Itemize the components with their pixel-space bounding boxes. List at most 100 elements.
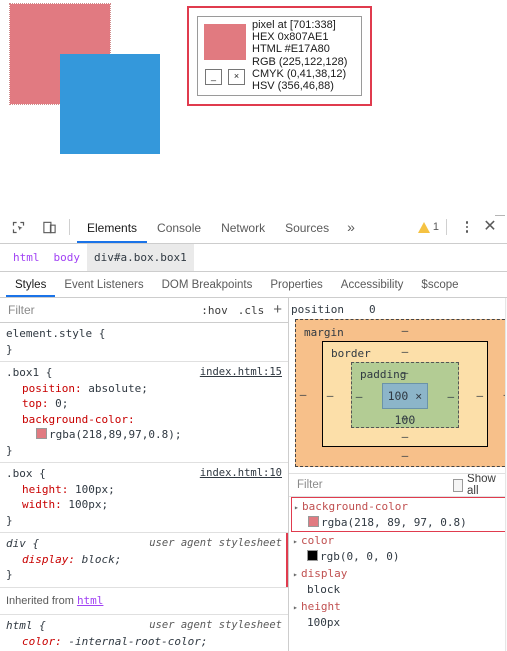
rule-source-link[interactable]: index.html:15 [200, 365, 282, 381]
tab-styles[interactable]: Styles [6, 273, 56, 297]
show-all-checkbox[interactable] [453, 478, 464, 492]
computed-filter-input[interactable] [289, 478, 453, 492]
rule-selector[interactable]: html { [6, 618, 46, 634]
padding-bottom-value[interactable]: – [352, 411, 458, 424]
style-declaration[interactable]: top: 0; [0, 396, 288, 412]
show-all-toggle[interactable]: Show all [453, 473, 507, 497]
tab-accessibility[interactable]: Accessibility [332, 273, 413, 297]
devtools-split: :hov .cls + ◢ element.style { } .box1 { … [0, 298, 507, 651]
declaration-value[interactable]: rgba(218,89,97,0.8); [49, 428, 181, 441]
declaration-property[interactable]: display: [22, 553, 75, 566]
declaration-value[interactable]: absolute; [88, 382, 148, 395]
color-swatch-icon[interactable] [308, 516, 319, 527]
style-declaration[interactable]: height: 100px; [0, 482, 288, 498]
box-model-margin[interactable]: margin – – border – – padding – – 100 × … [295, 319, 507, 467]
declaration-property[interactable]: height: [22, 483, 68, 496]
padding-right-value[interactable]: – [444, 390, 458, 403]
computed-property-name: background-color [302, 500, 408, 513]
color-picker-body: _ × pixel at [701:338] HEX 0x807AE1 HTML… [197, 16, 362, 96]
style-declaration[interactable]: display: block; [0, 552, 288, 568]
page-box-blue[interactable] [60, 54, 160, 154]
styles-filter-bar: :hov .cls + ◢ [0, 298, 505, 650]
inherited-source-tag[interactable]: html [77, 594, 104, 607]
declaration-value[interactable]: 100px; [75, 483, 115, 496]
style-declaration[interactable]: background-color: [0, 412, 288, 428]
warning-badge[interactable]: 1 [417, 221, 439, 233]
warning-count: 1 [432, 221, 439, 233]
declaration-property[interactable]: color: [22, 635, 62, 648]
computed-property-color[interactable]: ▸ color rgb(0, 0, 0) [289, 532, 507, 565]
style-declaration[interactable]: position: absolute; [0, 381, 288, 397]
rule-selector[interactable]: element.style { [6, 326, 105, 342]
declaration-property[interactable]: top: [22, 397, 49, 410]
device-toolbar-icon[interactable] [36, 215, 62, 239]
computed-property-value: 100px [307, 616, 341, 629]
border-right-value[interactable]: – [473, 389, 487, 402]
style-rule[interactable]: element.style { } [0, 323, 288, 362]
color-picker-preview-area: _ × [198, 17, 252, 95]
declaration-value[interactable]: 100px; [68, 498, 108, 511]
rule-selector[interactable]: .box1 { [6, 365, 52, 381]
breadcrumb-item-body[interactable]: body [47, 244, 88, 271]
tab-event-listeners[interactable]: Event Listeners [55, 273, 152, 297]
box-model-padding[interactable]: padding – – 100 × 100 – – [351, 362, 459, 428]
rule-source-link[interactable]: index.html:10 [200, 466, 282, 482]
style-declaration[interactable]: width: 100px; [0, 497, 288, 513]
declaration-value[interactable]: -internal-root-color; [68, 635, 207, 648]
close-devtools-icon[interactable]: ✕ [480, 219, 500, 235]
color-swatch-icon[interactable] [307, 550, 318, 561]
expand-triangle-icon[interactable]: ▸ [293, 567, 301, 582]
tab-sources[interactable]: Sources [275, 212, 339, 243]
tab-network[interactable]: Network [211, 212, 275, 243]
color-swatch-icon[interactable] [36, 428, 47, 439]
style-rule[interactable]: html { user agent stylesheet color: -int… [0, 615, 288, 651]
hov-button[interactable]: :hov [196, 304, 233, 317]
computed-property-display[interactable]: ▸ display block [289, 565, 507, 598]
rule-selector[interactable]: div { [6, 536, 39, 552]
declaration-property[interactable]: position: [22, 382, 82, 395]
more-options-icon[interactable] [458, 221, 476, 233]
computed-property-height[interactable]: ▸ height 100px [289, 598, 507, 631]
inspect-element-icon[interactable] [5, 215, 31, 239]
breadcrumb-item-html[interactable]: html [6, 244, 47, 271]
style-rule[interactable]: .box1 { index.html:15 position: absolute… [0, 362, 288, 463]
box-model-border[interactable]: border – – padding – – 100 × 100 – – – – [322, 341, 488, 447]
position-value[interactable]: 0 [369, 303, 376, 316]
style-declaration-value-line[interactable]: rgba(218,89,97,0.8); [0, 427, 288, 443]
computed-property-value: block [307, 583, 341, 596]
rule-close-brace: } [6, 513, 13, 527]
declaration-value[interactable]: block; [82, 553, 122, 566]
color-picker-popup[interactable]: _ × pixel at [701:338] HEX 0x807AE1 HTML… [187, 6, 372, 106]
computed-property-background-color[interactable]: ▸ background-color rgba(218, 89, 97, 0.8) [291, 497, 507, 532]
new-style-rule-icon[interactable]: + [269, 302, 288, 317]
minimize-button[interactable]: _ [205, 69, 222, 85]
tab-dom-breakpoints[interactable]: DOM Breakpoints [153, 273, 262, 297]
box-model-section: position 0 margin – – border – – padding… [289, 298, 507, 474]
tab-elements[interactable]: Elements [77, 212, 148, 243]
margin-bottom-value[interactable]: – [296, 449, 507, 462]
rule-selector[interactable]: .box { [6, 466, 46, 482]
style-declaration[interactable]: color: -internal-root-color; [0, 634, 288, 650]
computed-property-value: rgba(218, 89, 97, 0.8) [321, 516, 467, 529]
expand-triangle-icon[interactable]: ▸ [293, 534, 301, 549]
more-tabs-icon[interactable]: » [339, 211, 363, 243]
padding-left-value[interactable]: – [352, 390, 366, 403]
show-all-label: Show all [467, 473, 496, 497]
declaration-property[interactable]: background-color: [22, 413, 135, 426]
cls-button[interactable]: .cls [233, 304, 270, 317]
breadcrumb-item-div[interactable]: div#a.box.box1 [87, 244, 194, 271]
tab-console[interactable]: Console [147, 212, 211, 243]
style-rule[interactable]: .box { index.html:10 height: 100px; widt… [0, 463, 288, 533]
margin-left-value[interactable]: – [296, 388, 310, 401]
declaration-value[interactable]: 0; [55, 397, 68, 410]
border-left-value[interactable]: – [323, 389, 337, 402]
declaration-property[interactable]: width: [22, 498, 62, 511]
expand-triangle-icon[interactable]: ▸ [293, 600, 301, 615]
tab-properties[interactable]: Properties [261, 273, 331, 297]
expand-triangle-icon[interactable]: ▸ [294, 500, 302, 515]
box-model-content-size[interactable]: 100 × 100 [382, 383, 428, 427]
tab-scope[interactable]: $scope [412, 273, 467, 297]
style-rule[interactable]: div { user agent stylesheet display: blo… [0, 533, 288, 588]
close-button[interactable]: × [228, 69, 245, 85]
styles-filter-input[interactable] [0, 302, 197, 318]
